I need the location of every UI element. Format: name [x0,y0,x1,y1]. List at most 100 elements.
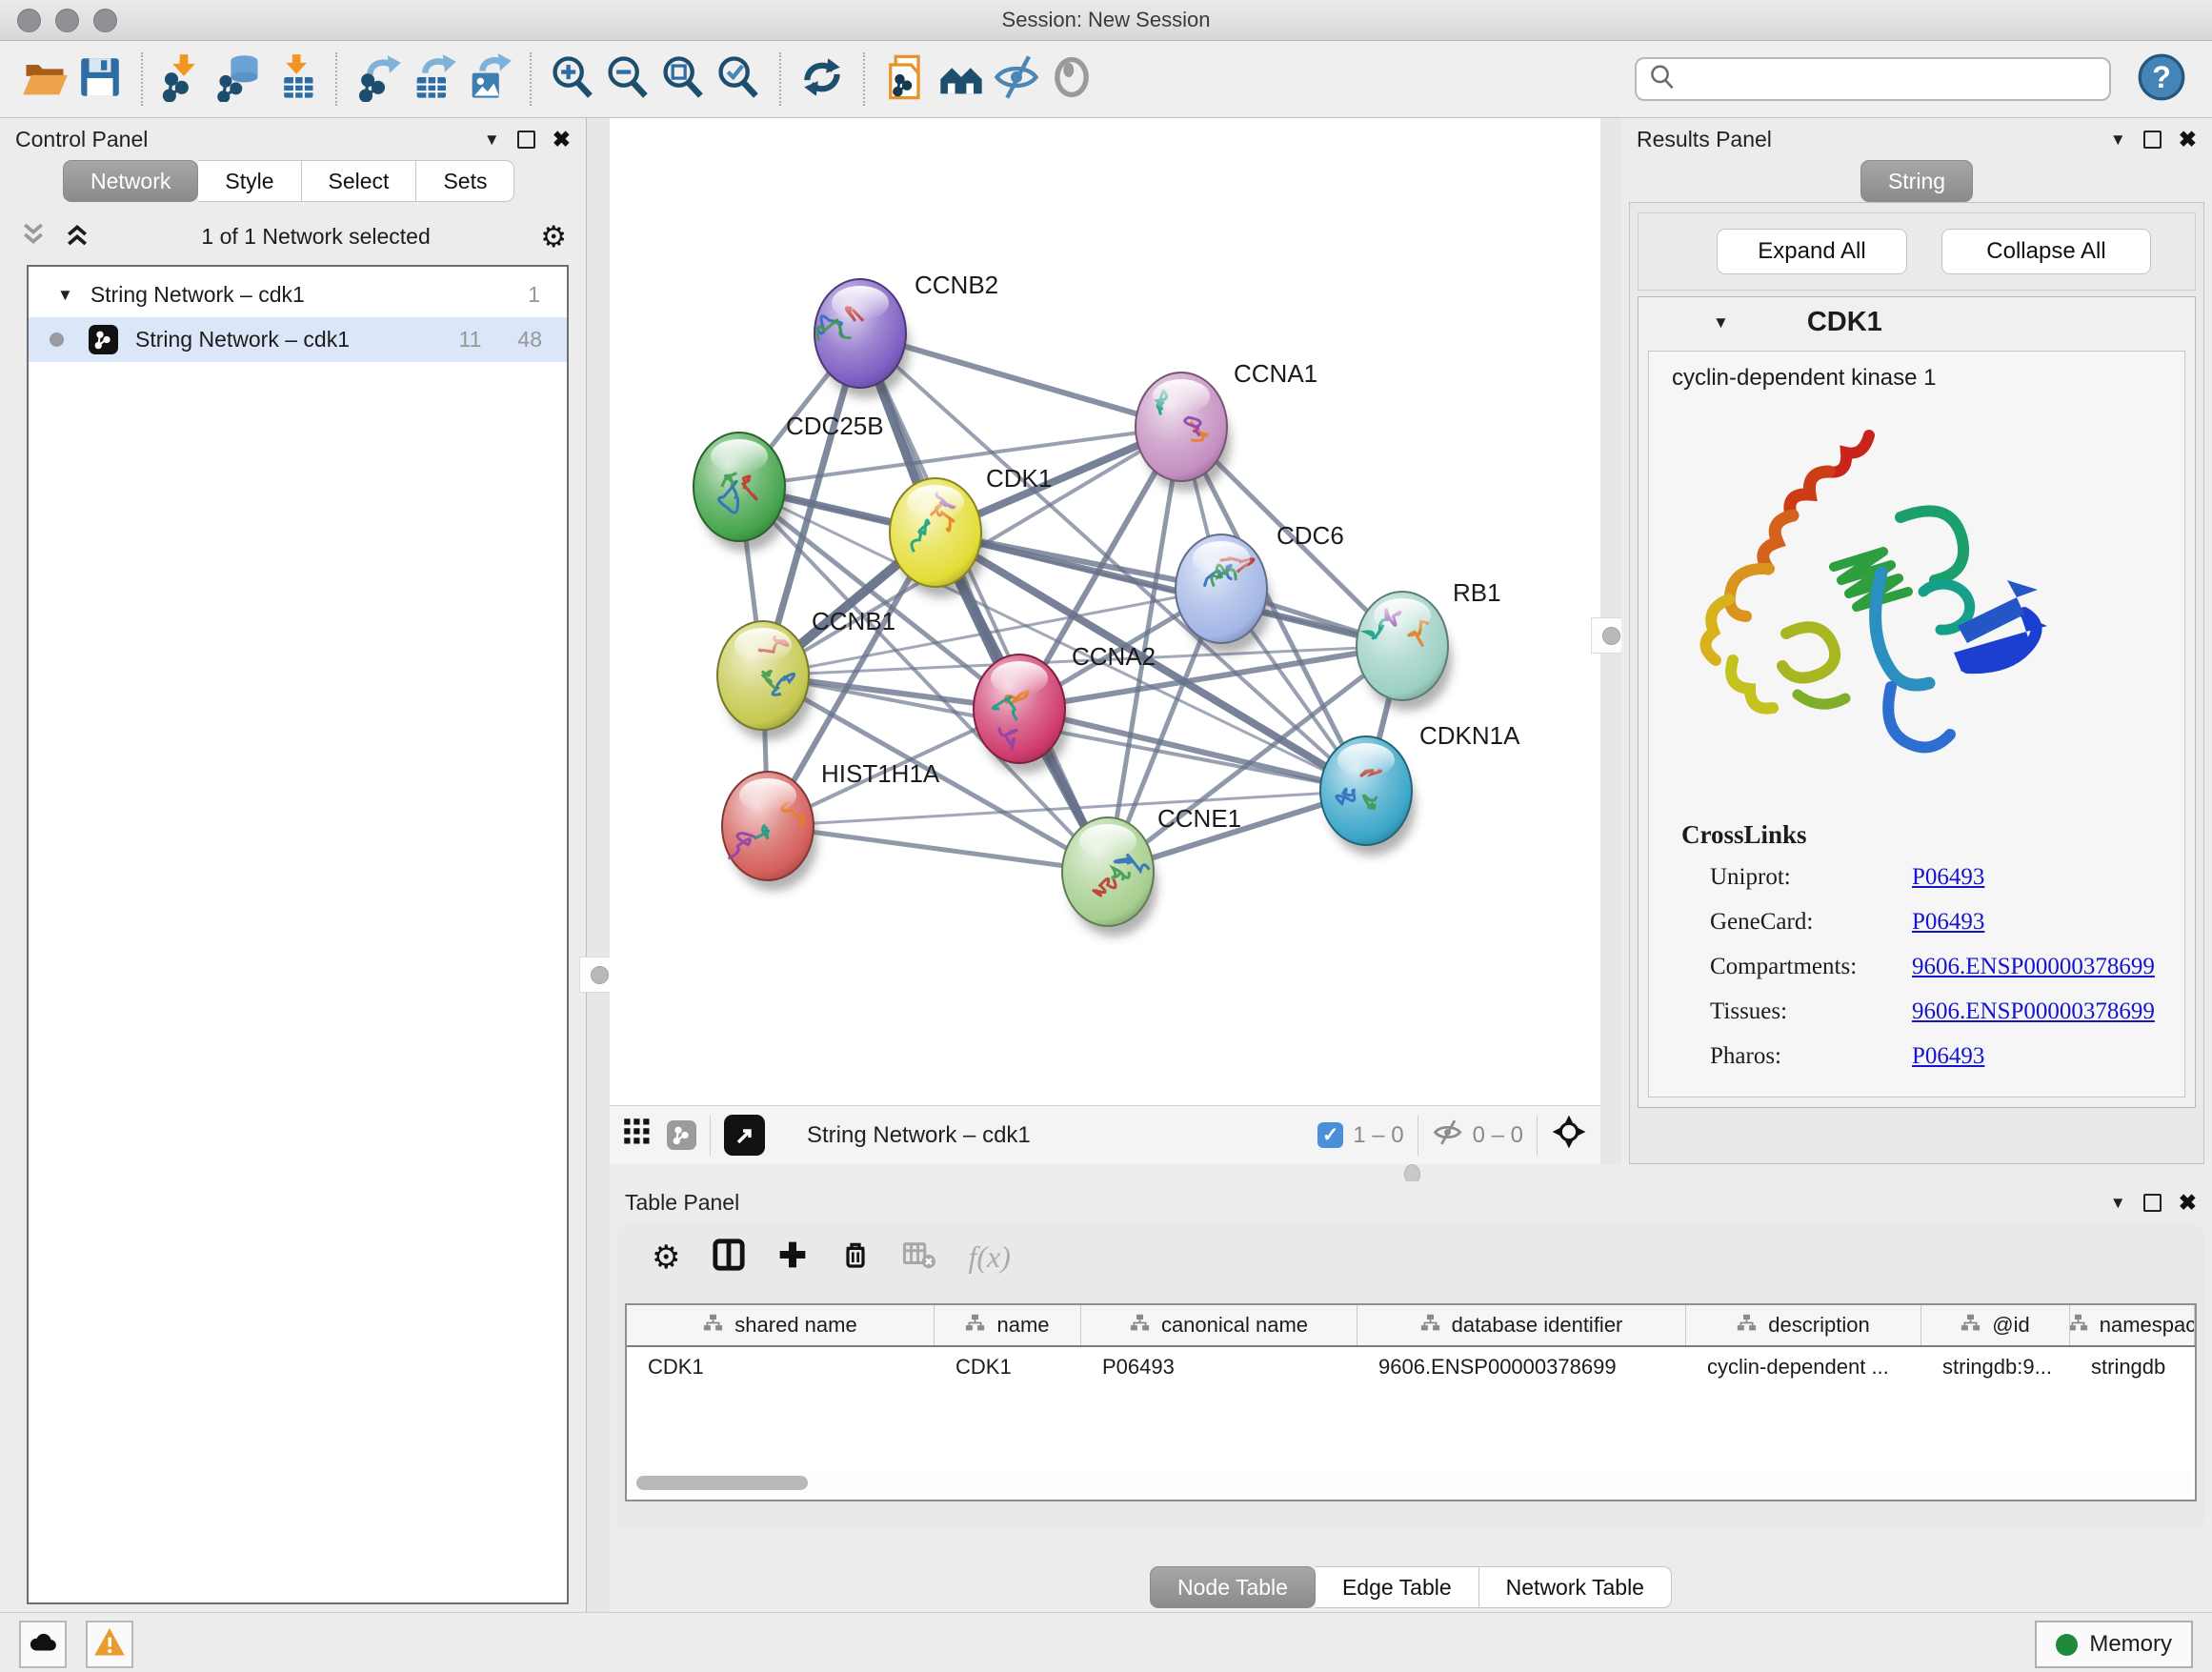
panel-float-icon[interactable] [2143,1194,2162,1212]
crosslink-row: Uniprot:P06493 [1710,864,1984,891]
show-all-panels-button[interactable] [934,51,989,107]
toolbar-separator [863,52,865,106]
share-clipboard-button[interactable] [878,51,934,107]
import-network-database-button[interactable] [211,51,267,107]
create-column-icon[interactable] [777,1239,808,1275]
column-header-database-identifier[interactable]: database identifier [1357,1305,1686,1345]
tab-string[interactable]: String [1860,160,1973,202]
collapse-all-networks-icon[interactable] [19,220,48,253]
export-image-button[interactable] [461,51,516,107]
panel-float-icon[interactable] [517,131,535,149]
crosslink-label: GeneCard: [1710,909,1912,936]
column-header-namespac[interactable]: namespac [2070,1305,2195,1345]
zoom-in-button[interactable] [545,51,600,107]
left-splitter[interactable] [587,118,610,1612]
horizontal-scrollbar[interactable] [631,1471,2191,1496]
network-canvas[interactable]: CCNB2CCNA1CDC25BCDK1CDC6RB1CCNB1CCNA2CDK… [610,118,1600,1105]
network-row[interactable]: String Network – cdk1 11 48 [29,317,567,362]
save-session-button[interactable] [72,51,128,107]
window-minimize-button[interactable] [55,9,79,32]
export-image-icon [464,52,513,107]
title-bar: Session: New Session [0,0,2212,41]
node-CCNB2[interactable]: CCNB2 [814,271,998,398]
column-header-canonical-name[interactable]: canonical name [1081,1305,1357,1345]
zoom-out-button[interactable] [600,51,655,107]
panel-menu-icon[interactable]: ▼ [2110,131,2126,148]
crosslink-link[interactable]: P06493 [1912,1043,1984,1069]
hide-panels-button[interactable] [989,51,1044,107]
node-CCNB1[interactable]: CCNB1 [717,607,895,740]
edge-HIST1H1A-CCNE1[interactable] [768,826,1108,872]
tab-sets[interactable]: Sets [416,160,514,202]
scrollbar-thumb[interactable] [636,1476,808,1490]
warnings-button[interactable] [86,1621,133,1668]
gene-section-header[interactable]: ▼ CDK1 [1639,297,2195,347]
zoom-fit-button[interactable] [655,51,711,107]
expand-all-button[interactable]: Expand All [1717,229,1907,274]
column-header-name[interactable]: name [935,1305,1081,1345]
detach-view-button[interactable] [724,1115,765,1156]
table-row[interactable]: CDK1CDK1P064939606.ENSP00000378699cyclin… [627,1347,2195,1387]
import-network-file-button[interactable] [156,51,211,107]
panel-float-icon[interactable] [2143,131,2162,149]
collection-expander-icon[interactable]: ▼ [57,287,73,303]
window-zoom-button[interactable] [93,9,117,32]
node-CDKN1A[interactable]: CDKN1A [1320,721,1520,856]
gene-expander-icon[interactable]: ▼ [1713,314,1729,331]
selected-checkbox-icon[interactable]: ✓ [1317,1122,1343,1148]
tab-network[interactable]: Network [63,160,198,202]
export-network-button[interactable] [351,51,406,107]
table-rows: CDK1CDK1P064939606.ENSP00000378699cyclin… [627,1347,2195,1387]
panel-close-icon[interactable]: ✖ [2179,129,2197,151]
node-HIST1H1A[interactable]: HIST1H1A [722,759,940,891]
network-label: String Network – cdk1 [135,327,350,353]
window-close-button[interactable] [17,9,41,32]
column-header-description[interactable]: description [1686,1305,1921,1345]
network-options-gear-icon[interactable]: ⚙ [540,222,567,252]
node-CDK1[interactable]: CDK1 [890,464,1052,597]
panel-close-icon[interactable]: ✖ [553,129,571,151]
network-status-dot [50,332,64,347]
node-RB1[interactable]: RB1 [1357,578,1501,711]
crosslink-link[interactable]: 9606.ENSP00000378699 [1912,954,2155,979]
node-table-body: ⚙ f(x) shared namenamecanonical namedata… [617,1225,2204,1528]
table-panel-splitter[interactable] [610,1164,2212,1181]
tab-style[interactable]: Style [198,160,301,202]
global-search-field[interactable] [1635,57,2111,101]
column-header--id[interactable]: @id [1921,1305,2070,1345]
search-input[interactable] [1677,66,2098,92]
panel-close-icon[interactable]: ✖ [2179,1192,2197,1214]
table-options-gear-icon[interactable]: ⚙ [652,1241,680,1274]
node-CCNE1[interactable]: CCNE1 [1062,804,1241,937]
crosslink-row: Pharos:P06493 [1710,1043,1984,1070]
column-header-shared-name[interactable]: shared name [627,1305,935,1345]
show-columns-icon[interactable] [713,1239,745,1276]
tab-node-table[interactable]: Node Table [1150,1566,1316,1608]
delete-column-icon[interactable] [840,1239,871,1275]
tab-edge-table[interactable]: Edge Table [1316,1566,1479,1608]
grid-view-icon[interactable] [623,1118,652,1153]
cloud-button[interactable] [19,1621,67,1668]
help-button[interactable]: ? [2134,51,2189,107]
export-table-button[interactable] [406,51,461,107]
zoom-selected-button[interactable] [711,51,766,107]
tab-select[interactable]: Select [302,160,417,202]
network-view-type-icon[interactable] [667,1120,696,1150]
crosslink-link[interactable]: P06493 [1912,864,1984,890]
collapse-all-button[interactable]: Collapse All [1941,229,2151,274]
right-splitter[interactable] [1600,118,1621,1164]
birdseye-toggle-icon[interactable] [1551,1114,1587,1157]
eye-button[interactable] [1044,51,1099,107]
crosslink-link[interactable]: P06493 [1912,909,1984,935]
node-CDC6[interactable]: CDC6 [1176,521,1344,654]
open-session-button[interactable] [17,51,72,107]
crosslink-link[interactable]: 9606.ENSP00000378699 [1912,998,2155,1024]
memory-button[interactable]: Memory [2035,1621,2193,1668]
panel-menu-icon[interactable]: ▼ [2110,1195,2126,1211]
network-collection-row[interactable]: ▼ String Network – cdk1 1 [29,272,567,317]
panel-menu-icon[interactable]: ▼ [484,131,500,148]
import-table-file-button[interactable] [267,51,322,107]
tab-network-table[interactable]: Network Table [1479,1566,1672,1608]
refresh-button[interactable] [794,51,850,107]
expand-all-networks-icon[interactable] [63,220,91,253]
